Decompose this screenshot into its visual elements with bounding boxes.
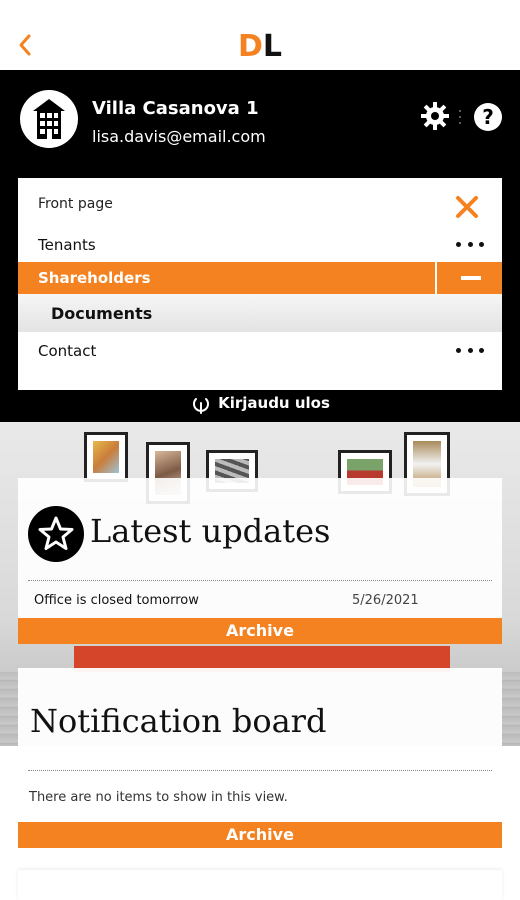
- menu-item-label: Tenants: [38, 236, 96, 254]
- divider: [28, 770, 492, 771]
- user-email: lisa.davis@email.com: [92, 127, 266, 146]
- account-header: Villa Casanova 1 lisa.davis@email.com ? …: [0, 70, 520, 422]
- property-name: Villa Casanova 1: [92, 98, 259, 119]
- back-button[interactable]: [14, 28, 38, 60]
- logout-button[interactable]: Kirjaudu ulos: [0, 388, 520, 418]
- close-menu-button[interactable]: [454, 194, 480, 220]
- update-date: 5/26/2021: [352, 593, 419, 608]
- chevron-left-icon: [19, 34, 31, 56]
- top-bar: D L: [0, 0, 520, 70]
- menu-item-label: Documents: [51, 304, 153, 323]
- logo-letter-d: D: [238, 29, 263, 64]
- star-icon: [28, 506, 84, 562]
- app-logo: D L: [238, 28, 282, 62]
- menu-item-shareholders[interactable]: Shareholders: [18, 262, 502, 294]
- menu-item-front-page[interactable]: Front page: [18, 188, 502, 222]
- close-icon: [456, 196, 478, 218]
- property-avatar: [20, 90, 78, 148]
- menu-item-documents[interactable]: Documents: [18, 294, 502, 332]
- more-icon[interactable]: [456, 236, 484, 252]
- archive-button[interactable]: Archive: [18, 822, 502, 848]
- picture-frame: [84, 432, 128, 482]
- gear-icon: [421, 102, 449, 130]
- menu-item-label: Contact: [38, 342, 97, 360]
- menu-item-contact[interactable]: Contact: [18, 334, 502, 368]
- notification-board-card: Notification board There are no items to…: [18, 668, 502, 850]
- update-title-link[interactable]: Office is closed tomorrow: [34, 593, 199, 608]
- logo-letter-l: L: [262, 29, 283, 64]
- building-icon: [33, 99, 65, 139]
- logout-label: Kirjaudu ulos: [218, 394, 330, 412]
- logout-icon: [193, 398, 210, 414]
- next-card: [18, 870, 502, 900]
- card-title: Notification board: [30, 702, 327, 740]
- latest-updates-card: Latest updates Office is closed tomorrow…: [18, 478, 502, 644]
- divider-dots: [458, 110, 462, 124]
- empty-message: There are no items to show in this view.: [29, 790, 288, 805]
- help-button[interactable]: ?: [474, 103, 502, 131]
- more-icon[interactable]: [456, 342, 484, 358]
- menu-item-label: Front page: [38, 196, 113, 212]
- divider: [28, 580, 492, 581]
- divider: [435, 262, 437, 294]
- collapse-icon[interactable]: [461, 276, 481, 280]
- menu-item-label: Shareholders: [38, 269, 151, 287]
- archive-button[interactable]: Archive: [18, 618, 502, 644]
- navigation-menu: Front page Tenants Shareholders Document…: [18, 178, 502, 390]
- menu-item-tenants[interactable]: Tenants: [18, 228, 502, 262]
- card-title: Latest updates: [90, 512, 331, 550]
- settings-button[interactable]: [419, 100, 451, 132]
